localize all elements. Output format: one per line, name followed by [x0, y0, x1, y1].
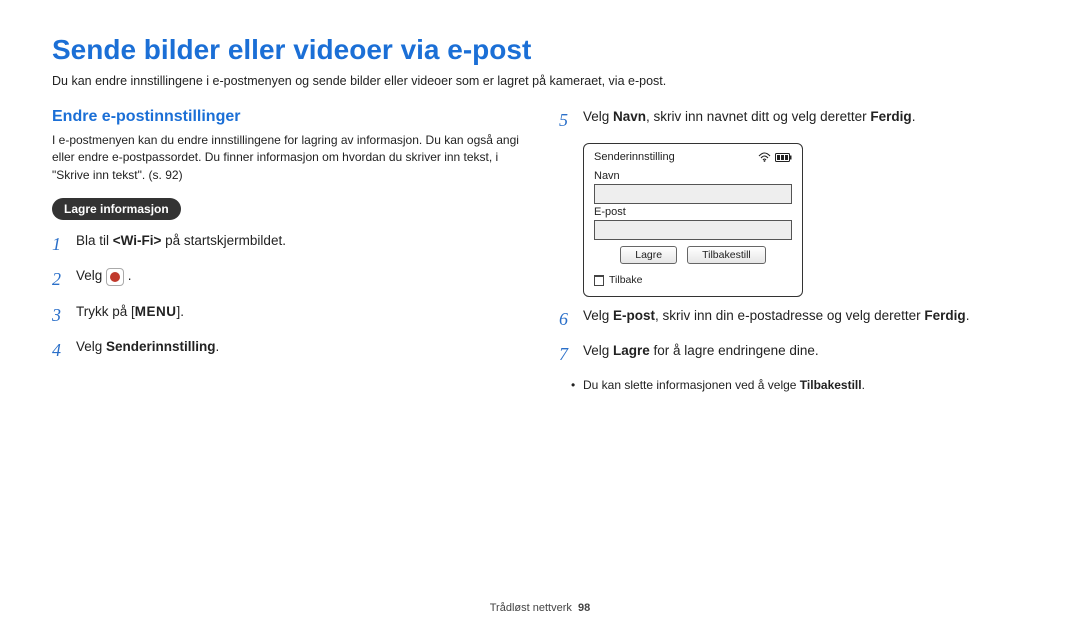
email-label: E-post: [594, 206, 792, 218]
info-pill: Lagre informasjon: [52, 198, 181, 220]
name-input[interactable]: [594, 184, 792, 204]
step-5-b2: Ferdig: [870, 109, 911, 124]
sub-description: I e-postmenyen kan du endre innstillinge…: [52, 132, 521, 184]
save-button[interactable]: Lagre: [620, 246, 677, 264]
trash-icon: [594, 275, 604, 286]
right-column: 5 Velg Navn, skriv inn navnet ditt og ve…: [559, 108, 1028, 392]
step-1-post: på startskjermbildet.: [161, 233, 286, 248]
step-1-pre: Bla til: [76, 233, 113, 248]
page-footer: Trådløst nettverk 98: [0, 602, 1080, 614]
step-4-post: .: [216, 339, 220, 354]
step-7: 7 Velg Lagre for å lagre endringene dine…: [559, 342, 1028, 367]
step-7-b1: Lagre: [613, 343, 650, 358]
sender-settings-panel: Senderinnstilling Navn E-post Lagr: [583, 143, 803, 297]
sub-heading: Endre e-postinnstillinger: [52, 108, 521, 126]
step-number: 6: [559, 307, 575, 332]
step-5-b1: Navn: [613, 109, 646, 124]
step-4-pre: Velg: [76, 339, 106, 354]
step-number: 3: [52, 303, 68, 328]
step-6-mid: , skriv inn din e-postadresse og velg de…: [655, 308, 924, 323]
step-4: 4 Velg Senderinnstilling.: [52, 338, 521, 363]
step-7-post: for å lagre endringene dine.: [650, 343, 819, 358]
left-column: Endre e-postinnstillinger I e-postmenyen…: [52, 108, 521, 392]
step-number: 1: [52, 232, 68, 257]
email-app-icon: [106, 268, 124, 286]
wifi-icon: [758, 152, 771, 162]
step-1: 1 Bla til <Wi-Fi> på startskjermbildet.: [52, 232, 521, 257]
bullet-pre: Du kan slette informasjonen ved å velge: [583, 378, 800, 392]
email-input[interactable]: [594, 220, 792, 240]
step-6-b2: Ferdig: [924, 308, 965, 323]
back-label[interactable]: Tilbake: [609, 274, 642, 286]
menu-button-label: MENU: [135, 304, 177, 319]
step-5-mid: , skriv inn navnet ditt og velg deretter: [646, 109, 870, 124]
reset-button[interactable]: Tilbakestill: [687, 246, 766, 264]
step-number: 4: [52, 338, 68, 363]
footer-page-number: 98: [578, 602, 590, 614]
bullet-post: .: [862, 378, 865, 392]
bullet-bold: Tilbakestill: [800, 378, 862, 392]
name-label: Navn: [594, 170, 792, 182]
footer-section: Trådløst nettverk: [490, 602, 572, 614]
step-7-pre: Velg: [583, 343, 613, 358]
step-2: 2 Velg .: [52, 267, 521, 292]
step-4-bold: Senderinnstilling: [106, 339, 216, 354]
step-5-post: .: [912, 109, 916, 124]
page-title: Sende bilder eller videoer via e-post: [52, 34, 1028, 66]
step-2-text: Velg: [76, 268, 106, 283]
intro-text: Du kan endre innstillingene i e-postmeny…: [52, 74, 1028, 88]
step-3-pre: Trykk på [: [76, 304, 135, 319]
step-5-pre: Velg: [583, 109, 613, 124]
step-6-b1: E-post: [613, 308, 655, 323]
battery-icon: [775, 153, 792, 162]
step-3-post: ].: [177, 304, 185, 319]
step-3: 3 Trykk på [MENU].: [52, 303, 521, 328]
step-number: 7: [559, 342, 575, 367]
step-2-period: .: [128, 268, 132, 283]
step-number: 5: [559, 108, 575, 133]
step-6-pre: Velg: [583, 308, 613, 323]
step-6-post: .: [966, 308, 970, 323]
bullet-note: Du kan slette informasjonen ved å velge …: [583, 378, 1028, 392]
step-6: 6 Velg E-post, skriv inn din e-postadres…: [559, 307, 1028, 332]
step-1-wifi: <Wi-Fi>: [113, 233, 162, 248]
step-5: 5 Velg Navn, skriv inn navnet ditt og ve…: [559, 108, 1028, 133]
panel-title: Senderinnstilling: [594, 151, 675, 163]
step-number: 2: [52, 267, 68, 292]
